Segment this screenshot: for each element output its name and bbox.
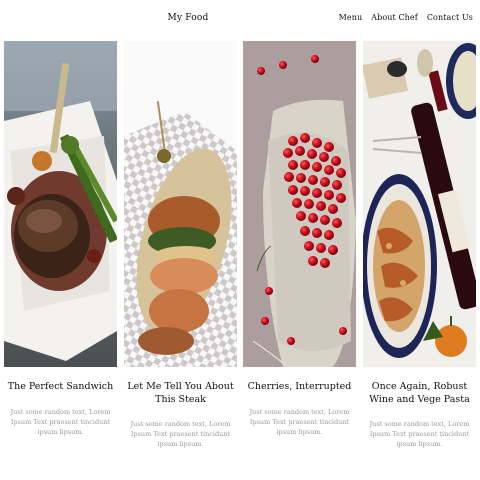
card-caption-4: Once Again, Robust Wine and Vege Pasta J…: [363, 380, 476, 449]
sandwich-on-checkered-paper-photo[interactable]: [124, 41, 237, 367]
food-card-4[interactable]: [363, 41, 476, 367]
food-card-1[interactable]: [4, 41, 117, 367]
food-card-3[interactable]: [243, 41, 356, 367]
card-title[interactable]: The Perfect Sandwich: [4, 380, 117, 393]
nav-link-menu[interactable]: Menu: [339, 13, 363, 22]
card-caption-2: Let Me Tell You About This Steak Just so…: [124, 380, 237, 449]
card-caption-3: Cherries, Interrupted Just some random t…: [243, 380, 356, 437]
pasta-and-wine-photo[interactable]: [363, 41, 476, 367]
nav-link-about-chef[interactable]: About Chef: [371, 13, 418, 22]
food-gallery-grid: [4, 41, 476, 367]
steak-with-asparagus-photo[interactable]: [4, 41, 117, 367]
top-navigation-bar: My Food Menu About Chef Contact Us: [0, 0, 480, 38]
card-description: Just some random text, Lorem Ipsum Text …: [369, 420, 470, 448]
card-description: Just some random text, Lorem Ipsum Text …: [249, 408, 350, 436]
card-title[interactable]: Let Me Tell You About This Steak: [124, 380, 237, 406]
card-title[interactable]: Cherries, Interrupted: [243, 380, 356, 393]
card-caption-1: The Perfect Sandwich Just some random te…: [4, 380, 117, 437]
cherries-bowl-photo[interactable]: [243, 41, 356, 367]
card-description: Just some random text, Lorem Ipsum Text …: [130, 420, 231, 448]
card-title[interactable]: Once Again, Robust Wine and Vege Pasta: [363, 380, 476, 406]
site-brand-title[interactable]: My Food: [0, 13, 376, 23]
nav-links: Menu About Chef Contact Us: [339, 13, 473, 22]
nav-link-contact-us[interactable]: Contact Us: [427, 13, 473, 22]
card-description: Just some random text, Lorem Ipsum Text …: [10, 408, 111, 436]
food-card-2[interactable]: [124, 41, 237, 367]
